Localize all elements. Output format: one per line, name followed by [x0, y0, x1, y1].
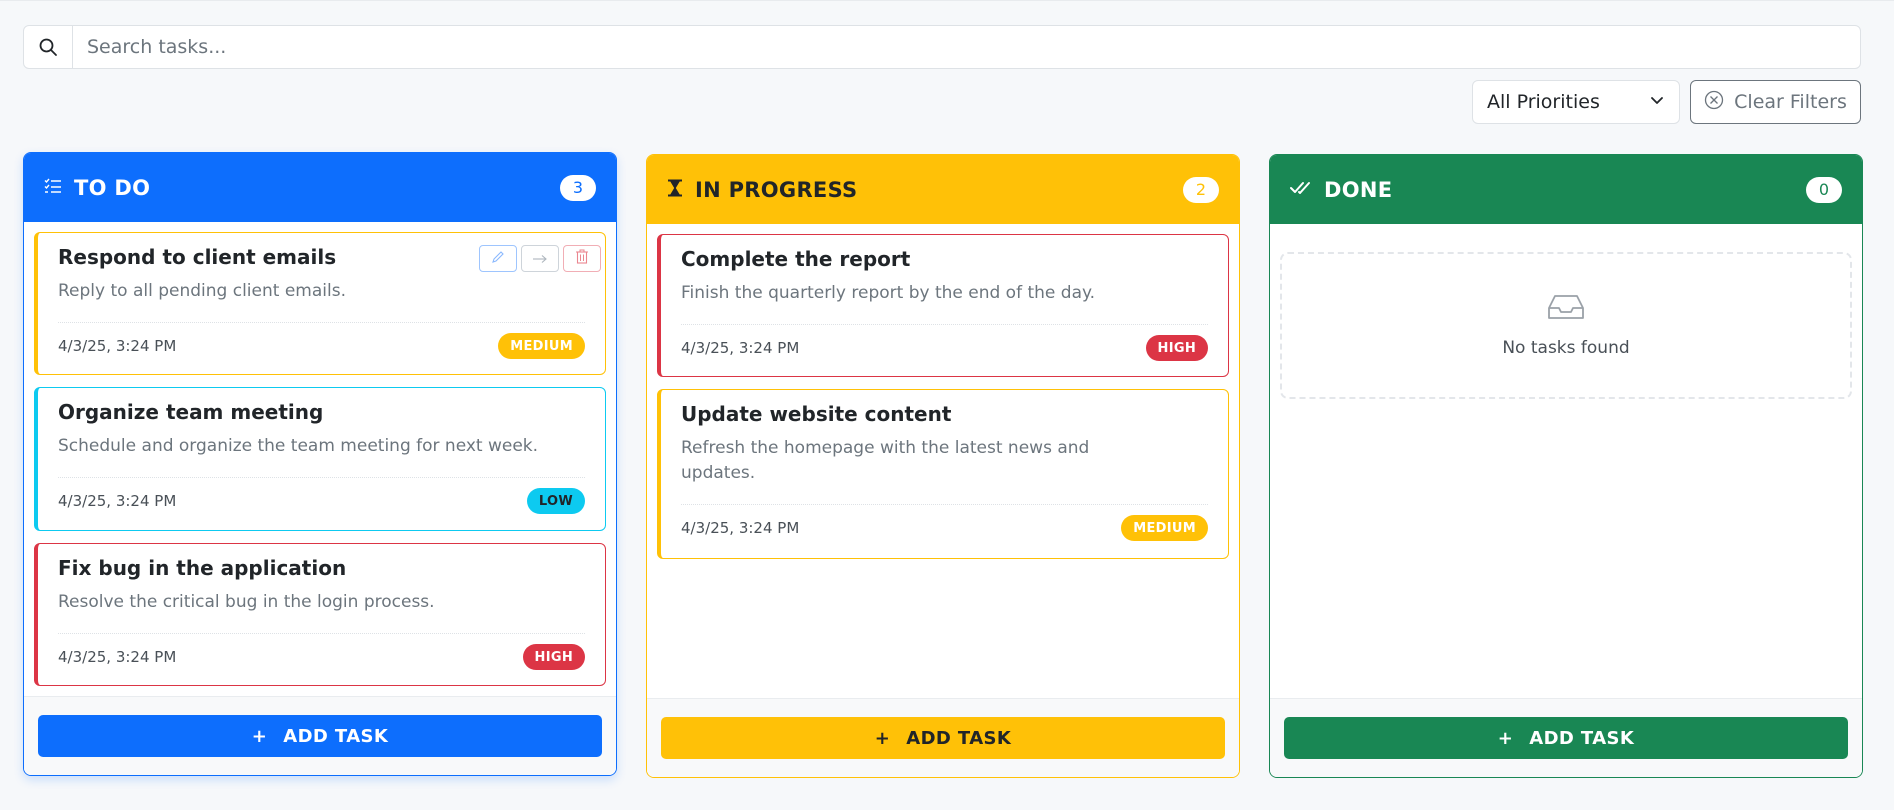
- task-date: 4/3/25, 3:24 PM: [681, 519, 800, 537]
- column-footer: + ADD TASK: [647, 698, 1239, 777]
- add-task-label: ADD TASK: [1529, 727, 1635, 749]
- task-meta: 4/3/25, 3:24 PM MEDIUM: [58, 323, 585, 369]
- priority-badge: LOW: [526, 488, 585, 514]
- task-card[interactable]: Complete the report Finish the quarterly…: [657, 234, 1229, 377]
- add-task-button[interactable]: + ADD TASK: [1284, 717, 1848, 759]
- search-bar: [23, 25, 1861, 69]
- task-title: Complete the report: [681, 247, 911, 271]
- column-done: DONE 0 No tasks found + ADD TASK: [1269, 154, 1863, 778]
- task-date: 4/3/25, 3:24 PM: [58, 648, 177, 666]
- plus-icon: +: [251, 725, 268, 747]
- task-count-badge: 2: [1183, 176, 1219, 203]
- column-title: IN PROGRESS: [695, 177, 858, 202]
- priority-badge: MEDIUM: [498, 333, 585, 359]
- clear-filters-label: Clear Filters: [1734, 91, 1847, 113]
- task-title: Fix bug in the application: [58, 556, 347, 580]
- column-header: TO DO 3: [24, 153, 616, 222]
- column-todo: TO DO 3 Respond to client emails Reply t…: [23, 152, 617, 776]
- arrow-right-icon: [532, 249, 548, 268]
- edit-task-button[interactable]: [479, 245, 517, 272]
- priority-badge: MEDIUM: [1121, 515, 1208, 541]
- priority-badge: HIGH: [1145, 335, 1208, 361]
- task-card[interactable]: Update website content Refresh the homep…: [657, 389, 1229, 559]
- top-divider: [0, 0, 1894, 1]
- column-in-progress: IN PROGRESS 2 Complete the report Finish…: [646, 154, 1240, 778]
- double-check-icon: [1290, 180, 1312, 199]
- empty-state-text: No tasks found: [1502, 337, 1630, 358]
- task-meta: 4/3/25, 3:24 PM LOW: [58, 478, 585, 524]
- task-description: Refresh the homepage with the latest new…: [681, 438, 1090, 483]
- column-body: Respond to client emails Reply to all pe…: [24, 222, 616, 697]
- task-description: Reply to all pending client emails.: [58, 281, 346, 301]
- task-description: Finish the quarterly report by the end o…: [681, 283, 1096, 303]
- add-task-label: ADD TASK: [906, 727, 1012, 749]
- column-title: TO DO: [74, 175, 151, 200]
- task-meta: 4/3/25, 3:24 PM MEDIUM: [681, 505, 1208, 551]
- column-footer: + ADD TASK: [1270, 698, 1862, 777]
- task-meta: 4/3/25, 3:24 PM HIGH: [58, 634, 585, 680]
- delete-task-button[interactable]: [563, 245, 601, 272]
- empty-state: No tasks found: [1280, 252, 1852, 399]
- task-card[interactable]: Respond to client emails Reply to all pe…: [34, 232, 606, 375]
- task-count-badge: 0: [1806, 176, 1842, 203]
- list-check-icon: [44, 178, 62, 198]
- column-title: DONE: [1324, 177, 1393, 202]
- priority-filter-value: All Priorities: [1487, 91, 1600, 113]
- chevron-down-icon: [1649, 91, 1665, 113]
- clear-filters-button[interactable]: Clear Filters: [1690, 80, 1861, 124]
- plus-icon: +: [1497, 727, 1514, 749]
- search-input[interactable]: [73, 26, 1860, 68]
- priority-filter-select[interactable]: All Priorities: [1472, 80, 1680, 124]
- trash-icon: [575, 249, 589, 268]
- task-card[interactable]: Organize team meeting Schedule and organ…: [34, 387, 606, 531]
- hourglass-icon: [667, 179, 683, 201]
- plus-icon: +: [874, 727, 891, 749]
- task-actions: [479, 245, 601, 272]
- column-body: Complete the report Finish the quarterly…: [647, 224, 1239, 699]
- task-meta: 4/3/25, 3:24 PM HIGH: [681, 325, 1208, 371]
- task-card[interactable]: Fix bug in the application Resolve the c…: [34, 543, 606, 686]
- priority-badge: HIGH: [522, 644, 585, 670]
- task-description: Schedule and organize the team meeting f…: [58, 436, 539, 456]
- move-task-button[interactable]: [521, 245, 559, 272]
- task-title: Organize team meeting: [58, 400, 324, 424]
- task-count-badge: 3: [560, 174, 596, 201]
- add-task-button[interactable]: + ADD TASK: [661, 717, 1225, 759]
- add-task-label: ADD TASK: [283, 725, 389, 747]
- column-header: DONE 0: [1270, 155, 1862, 224]
- pencil-icon: [491, 249, 505, 268]
- column-header: IN PROGRESS 2: [647, 155, 1239, 224]
- column-body: No tasks found: [1270, 224, 1862, 699]
- search-icon: [24, 26, 73, 68]
- task-date: 4/3/25, 3:24 PM: [58, 337, 177, 355]
- task-description: Resolve the critical bug in the login pr…: [58, 592, 435, 612]
- kanban-board: All Priorities Clear Filters TO DO 3: [0, 0, 1894, 810]
- column-footer: + ADD TASK: [24, 696, 616, 775]
- task-date: 4/3/25, 3:24 PM: [681, 339, 800, 357]
- task-title: Update website content: [681, 402, 952, 426]
- task-date: 4/3/25, 3:24 PM: [58, 492, 177, 510]
- circle-x-icon: [1704, 90, 1724, 115]
- add-task-button[interactable]: + ADD TASK: [38, 715, 602, 757]
- inbox-icon: [1546, 294, 1586, 324]
